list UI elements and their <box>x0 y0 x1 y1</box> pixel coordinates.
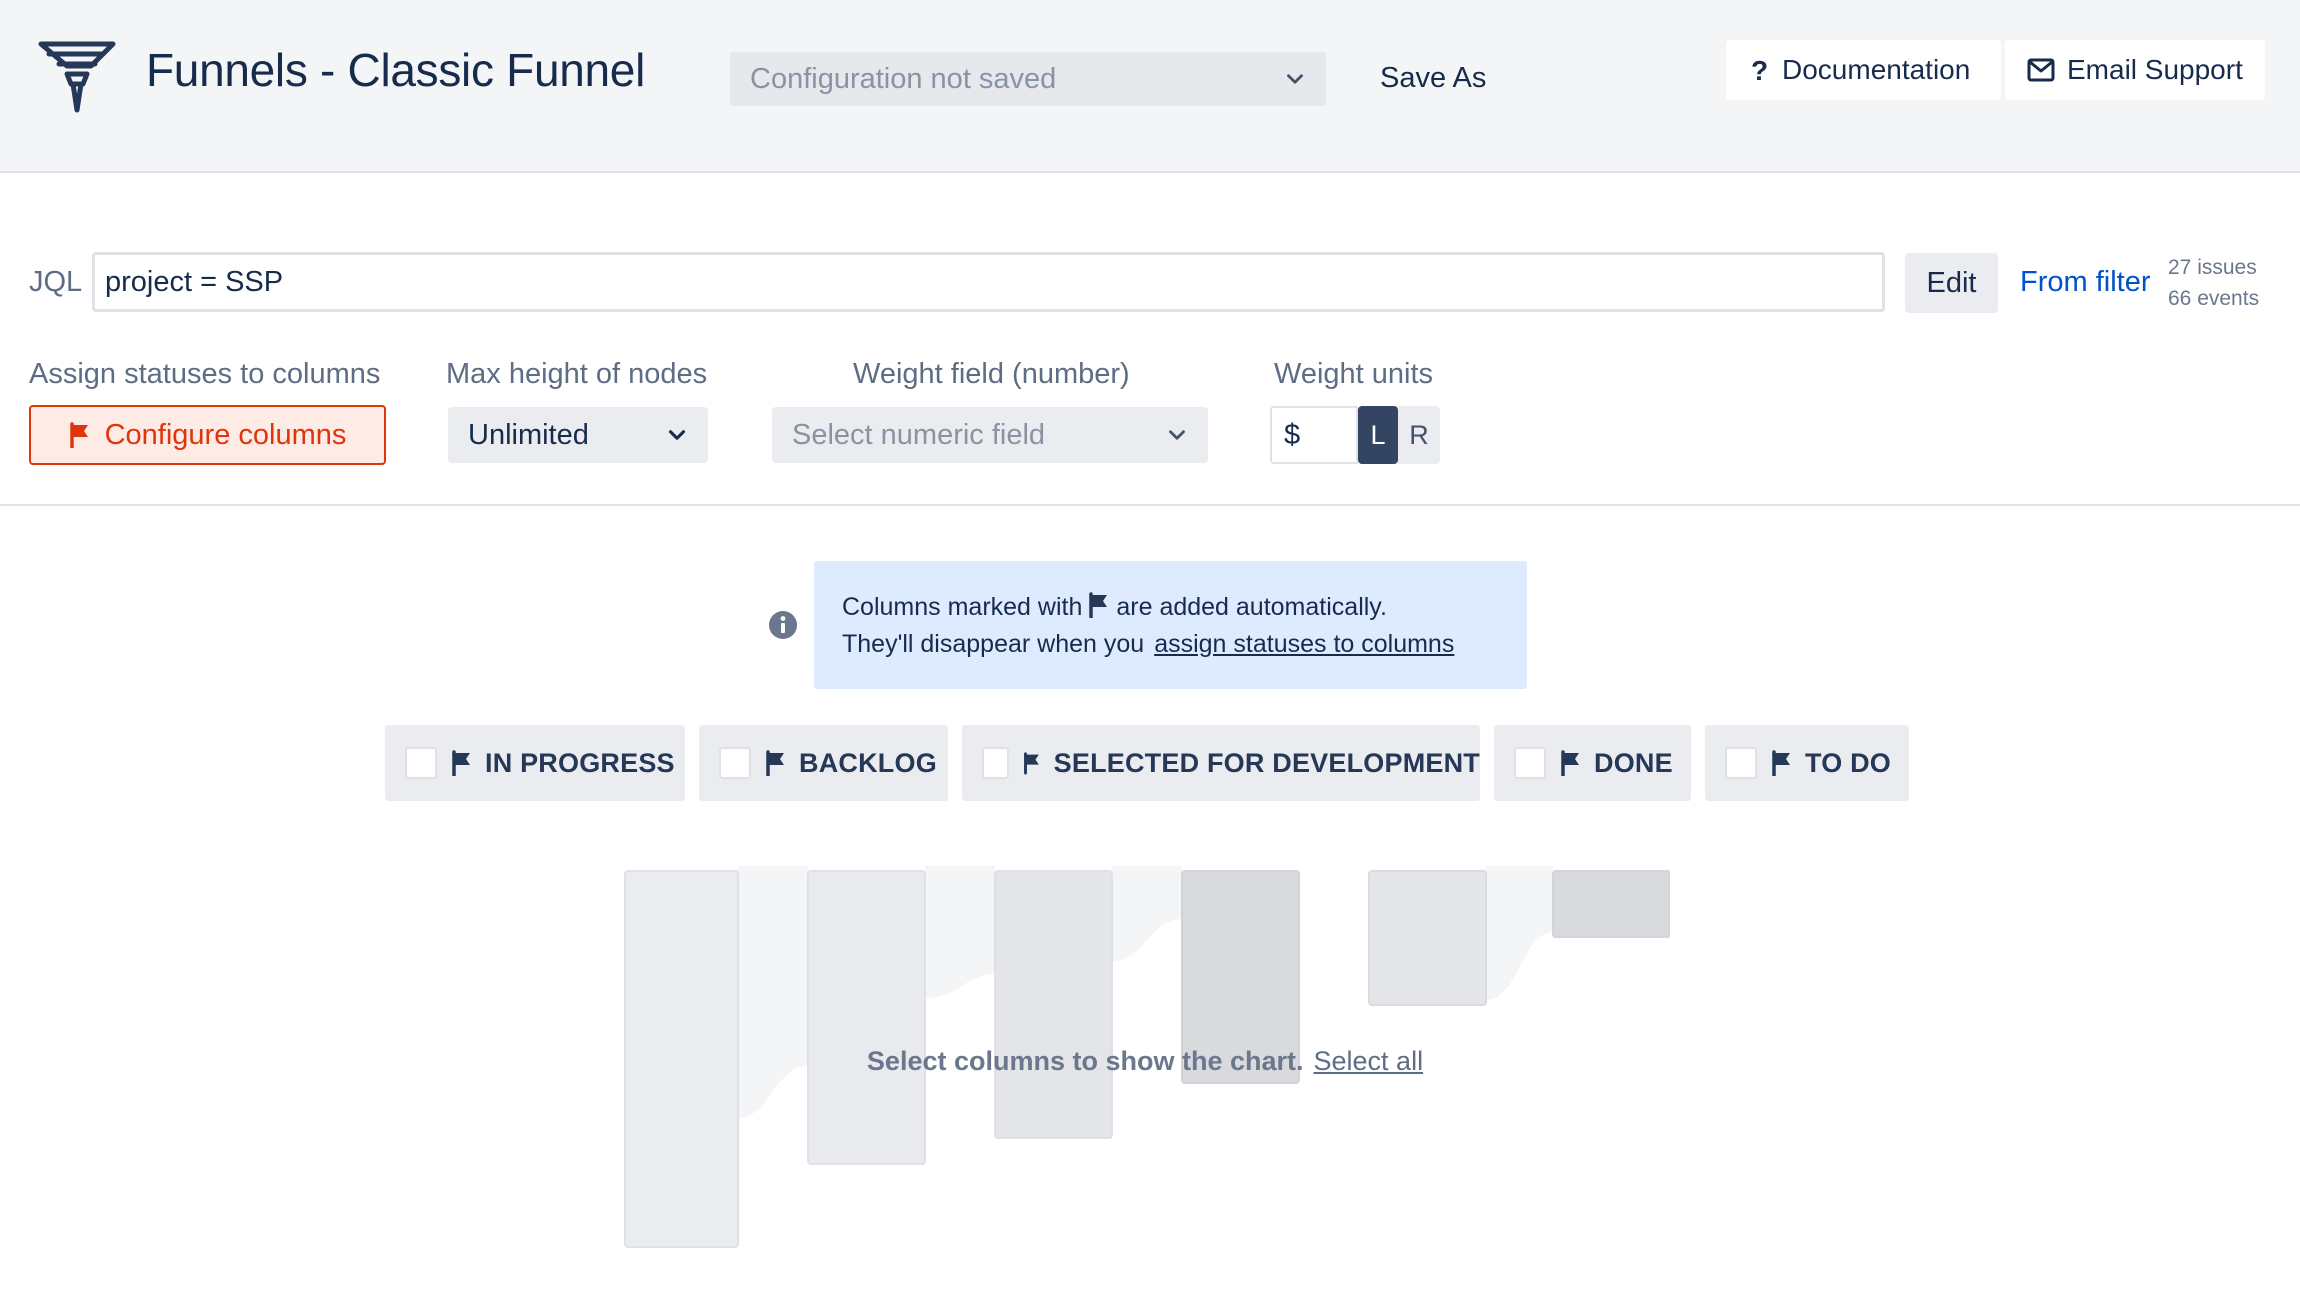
configuration-select[interactable]: Configuration not saved <box>730 52 1326 106</box>
column-checkbox[interactable] <box>1514 747 1546 779</box>
column-checkbox[interactable] <box>405 747 437 779</box>
configure-columns-button[interactable]: Configure columns <box>29 405 386 465</box>
max-height-value: Unlimited <box>468 418 589 451</box>
weight-field-select[interactable]: Select numeric field <box>772 407 1208 463</box>
column-checkbox[interactable] <box>719 747 751 779</box>
documentation-label: Documentation <box>1782 54 1971 85</box>
chart-empty-text: Select columns to show the chart. <box>866 1046 1304 1076</box>
info-line-1-start: Columns marked with <box>842 593 1083 621</box>
question-icon: ? <box>1751 55 1768 85</box>
chevron-down-icon <box>668 430 686 440</box>
funnel-link <box>738 866 808 1118</box>
configuration-select-value: Configuration not saved <box>750 62 1057 95</box>
column-label: IN PROGRESS <box>485 747 675 778</box>
flag-icon <box>69 422 88 448</box>
max-height-select[interactable]: Unlimited <box>448 407 708 463</box>
email-support-label: Email Support <box>2067 54 2243 85</box>
page-title: Funnels - Classic Funnel <box>146 44 646 96</box>
column-chip-selected-for-development[interactable]: SELECTED FOR DEVELOPMENT <box>962 725 1480 801</box>
chevron-down-icon <box>1169 430 1185 440</box>
envelope-icon <box>2027 58 2055 82</box>
jql-input[interactable] <box>92 252 1885 312</box>
funnel-link <box>925 866 995 998</box>
configure-columns-label: Configure columns <box>104 418 347 451</box>
events-count: 66 events <box>2168 287 2260 310</box>
select-all-link[interactable]: Select all <box>1314 1046 1424 1076</box>
funnel-node <box>1552 870 1670 938</box>
flag-icon <box>1772 750 1790 776</box>
edit-button[interactable]: Edit <box>1905 253 1998 313</box>
info-line-1-end: are added automatically. <box>1116 593 1387 621</box>
chevron-down-icon <box>1287 74 1303 84</box>
funnel-link-between-5-6 <box>1486 866 1553 1000</box>
documentation-button[interactable]: ? Documentation <box>1726 40 2001 100</box>
unit-position-left-toggle[interactable]: L <box>1358 406 1398 464</box>
column-label: DONE <box>1594 747 1673 778</box>
assign-statuses-label: Assign statuses to columns <box>29 358 381 390</box>
flag-icon <box>452 750 470 776</box>
funnel-node <box>994 870 1113 1139</box>
info-line-1: Columns marked with are added automatical… <box>842 589 1527 626</box>
from-filter-link[interactable]: From filter <box>2020 266 2151 299</box>
info-icon <box>769 611 797 639</box>
info-line-2: They'll disappear when you assign statuse… <box>842 626 1527 663</box>
jql-label: JQL <box>29 266 83 298</box>
column-label: TO DO <box>1805 747 1892 778</box>
weight-units-input[interactable] <box>1270 406 1358 464</box>
column-chip-to-do[interactable]: TO DO <box>1705 725 1909 801</box>
unit-position-right-toggle[interactable]: R <box>1398 406 1440 464</box>
chart-empty-message: Select columns to show the chart. Select … <box>620 1046 1670 1077</box>
section-divider <box>0 504 2300 506</box>
funnel-node <box>807 870 926 1165</box>
column-checkbox[interactable] <box>982 747 1010 779</box>
assign-statuses-link[interactable]: assign statuses to columns <box>1154 630 1454 658</box>
column-checkbox[interactable] <box>1725 747 1757 779</box>
funnel-node <box>1368 870 1487 1006</box>
max-height-label: Max height of nodes <box>446 358 708 390</box>
flag-icon <box>1089 592 1108 618</box>
flag-icon <box>1561 750 1579 776</box>
info-message: Columns marked with are added automatical… <box>814 561 1527 689</box>
column-chip-backlog[interactable]: BACKLOG <box>699 725 948 801</box>
weight-units-label: Weight units <box>1274 358 1434 390</box>
svg-text:?: ? <box>1751 55 1768 85</box>
column-label: BACKLOG <box>799 747 937 778</box>
flag-icon <box>766 750 784 776</box>
info-line-2-text: They'll disappear when you <box>842 630 1145 658</box>
email-support-button[interactable]: Email Support <box>2005 40 2265 100</box>
flag-icon <box>1024 752 1040 775</box>
save-as-button[interactable]: Save As <box>1380 62 1486 95</box>
funnel-logo-icon <box>38 41 116 113</box>
weight-field-placeholder: Select numeric field <box>792 418 1046 451</box>
issues-count: 27 issues <box>2168 256 2257 279</box>
column-chip-in-progress[interactable]: IN PROGRESS <box>385 725 685 801</box>
column-label: SELECTED FOR DEVELOPMENT <box>1053 747 1480 778</box>
weight-field-label: Weight field (number) <box>853 358 1130 390</box>
funnel-link <box>1112 866 1182 961</box>
column-chip-done[interactable]: DONE <box>1494 725 1691 801</box>
